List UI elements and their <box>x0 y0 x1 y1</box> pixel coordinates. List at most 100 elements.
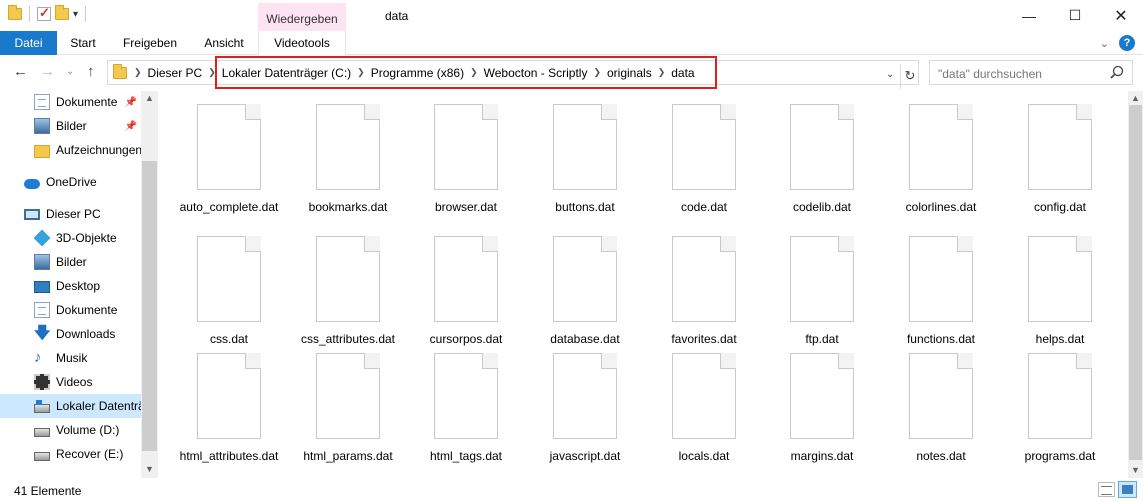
sidebar-item-label: Bilder <box>56 119 87 133</box>
file-item[interactable]: css_attributes.dat <box>298 236 398 346</box>
dat-file-icon <box>197 104 261 190</box>
file-item[interactable]: code.dat <box>654 104 754 214</box>
dat-file-icon <box>672 236 736 322</box>
details-view-icon[interactable] <box>1098 482 1115 497</box>
tab-view[interactable]: Ansicht <box>194 31 254 55</box>
sidebar-item-label: Aufzeichnungen <box>56 143 141 157</box>
search-input[interactable]: "data" durchsuchen <box>929 60 1133 85</box>
sidebar-item-onedrive[interactable]: OneDrive <box>0 170 141 194</box>
properties-icon[interactable] <box>37 5 51 21</box>
refresh-button[interactable]: ↻ <box>900 64 919 89</box>
file-item[interactable]: codelib.dat <box>772 104 872 214</box>
customize-toolbar-icon[interactable]: ▾ <box>73 9 78 20</box>
file-item[interactable]: html_attributes.dat <box>179 353 279 463</box>
scroll-up-icon[interactable]: ▲ <box>145 93 154 103</box>
help-icon[interactable]: ? <box>1119 35 1135 51</box>
tab-start[interactable]: Start <box>57 31 109 55</box>
chevron-right-icon[interactable]: ❯ <box>134 67 142 78</box>
file-item[interactable]: functions.dat <box>891 236 991 346</box>
chevron-right-icon[interactable]: ❯ <box>470 67 478 78</box>
file-item[interactable]: notes.dat <box>891 353 991 463</box>
maximize-button[interactable]: ☐ <box>1052 0 1098 31</box>
sidebar-item-volume-d[interactable]: Volume (D:) <box>0 418 141 442</box>
address-history-icon[interactable]: ⌄ <box>886 69 894 80</box>
scroll-down-icon[interactable]: ▼ <box>145 464 154 474</box>
file-item[interactable]: database.dat <box>535 236 635 346</box>
dat-file-icon <box>553 353 617 439</box>
file-item[interactable]: css.dat <box>179 236 279 346</box>
breadcrumb-program-files[interactable]: Programme (x86) <box>371 66 464 80</box>
file-name: functions.dat <box>906 332 976 346</box>
folder-icon[interactable] <box>8 5 22 20</box>
chevron-right-icon[interactable]: ❯ <box>658 67 666 78</box>
file-item[interactable]: config.dat <box>1010 104 1110 214</box>
music-icon: ♪ <box>34 349 42 366</box>
sidebar-item-videos[interactable]: Videos <box>0 370 141 394</box>
file-name: html_tags.dat <box>429 449 503 463</box>
forward-button[interactable]: → <box>40 63 55 80</box>
drive-icon <box>34 428 50 437</box>
window-title: data <box>385 9 409 23</box>
file-name: programs.dat <box>1024 449 1096 463</box>
minimize-button[interactable]: — <box>1006 0 1052 31</box>
file-item[interactable]: javascript.dat <box>535 353 635 463</box>
file-item[interactable]: favorites.dat <box>654 236 754 346</box>
breadcrumb-dieser-pc[interactable]: Dieser PC <box>148 66 203 80</box>
ribbon-tabs: Datei Start Freigeben Ansicht Videotools… <box>0 31 1143 55</box>
title-bar: ▾ Wiedergeben data — ☐ ✕ <box>0 0 1143 31</box>
tab-file[interactable]: Datei <box>0 31 57 55</box>
file-item[interactable]: colorlines.dat <box>891 104 991 214</box>
chevron-right-icon[interactable]: ❯ <box>357 67 365 78</box>
sidebar-item-bilder-pinned[interactable]: Bilder 📌 <box>0 114 141 138</box>
address-bar[interactable]: ❯ Dieser PC ❯ Lokaler Datenträger (C:) ❯… <box>107 60 919 89</box>
new-folder-icon[interactable] <box>55 5 69 20</box>
pin-icon: 📌 <box>124 120 137 132</box>
sidebar-item-musik[interactable]: ♪ Musik <box>0 346 141 370</box>
tab-video-tools[interactable]: Videotools <box>258 31 346 55</box>
file-item[interactable]: cursorpos.dat <box>416 236 516 346</box>
sidebar-item-dieser-pc[interactable]: Dieser PC <box>0 202 141 226</box>
back-button[interactable]: ← <box>13 63 28 80</box>
scroll-up-icon[interactable]: ▲ <box>1131 93 1140 103</box>
file-item[interactable]: browser.dat <box>416 104 516 214</box>
expand-ribbon-icon[interactable]: ⌄ <box>1100 37 1109 50</box>
sidebar-item-local-disk[interactable]: Lokaler Datenträ <box>0 394 141 418</box>
videos-icon <box>34 374 50 390</box>
breadcrumb-local-disk[interactable]: Lokaler Datenträger (C:) <box>222 66 351 80</box>
tab-share[interactable]: Freigeben <box>114 31 186 55</box>
breadcrumb-originals[interactable]: originals <box>607 66 652 80</box>
large-icons-view-icon[interactable] <box>1118 481 1137 498</box>
file-item[interactable]: margins.dat <box>772 353 872 463</box>
breadcrumb-webocton-scriptly[interactable]: Webocton - Scriptly <box>484 66 588 80</box>
breadcrumb-data[interactable]: data <box>671 66 694 80</box>
dat-file-icon <box>790 104 854 190</box>
dat-file-icon <box>790 236 854 322</box>
sidebar-item-desktop[interactable]: Desktop <box>0 274 141 298</box>
sidebar-item-3d-objekte[interactable]: 3D-Objekte <box>0 226 141 250</box>
close-button[interactable]: ✕ <box>1098 0 1143 31</box>
file-item[interactable]: auto_complete.dat <box>179 104 279 214</box>
recent-locations-icon[interactable]: ⌄ <box>66 66 74 77</box>
file-item[interactable]: bookmarks.dat <box>298 104 398 214</box>
file-item[interactable]: buttons.dat <box>535 104 635 214</box>
dat-file-icon <box>909 104 973 190</box>
sidebar-scrollbar-thumb[interactable] <box>142 161 157 451</box>
file-item[interactable]: ftp.dat <box>772 236 872 346</box>
chevron-right-icon[interactable]: ❯ <box>593 67 601 78</box>
file-item[interactable]: html_tags.dat <box>416 353 516 463</box>
file-item[interactable]: locals.dat <box>654 353 754 463</box>
content-scrollbar-thumb[interactable] <box>1129 105 1142 460</box>
file-item[interactable]: html_params.dat <box>298 353 398 463</box>
file-item[interactable]: programs.dat <box>1010 353 1110 463</box>
up-button[interactable]: ↑ <box>87 63 95 80</box>
chevron-right-icon[interactable]: ❯ <box>208 67 216 78</box>
sidebar-item-aufzeichnungen[interactable]: Aufzeichnungen <box>0 138 141 162</box>
search-icon[interactable] <box>1110 65 1124 79</box>
sidebar-item-dokumente-pinned[interactable]: Dokumente 📌 <box>0 90 141 114</box>
sidebar-item-downloads[interactable]: 🡇 Downloads <box>0 322 141 346</box>
sidebar-item-bilder[interactable]: Bilder <box>0 250 141 274</box>
sidebar-item-dokumente[interactable]: Dokumente <box>0 298 141 322</box>
scroll-down-icon[interactable]: ▼ <box>1131 465 1140 475</box>
sidebar-item-recover-e[interactable]: Recover (E:) <box>0 442 141 466</box>
file-item[interactable]: helps.dat <box>1010 236 1110 346</box>
